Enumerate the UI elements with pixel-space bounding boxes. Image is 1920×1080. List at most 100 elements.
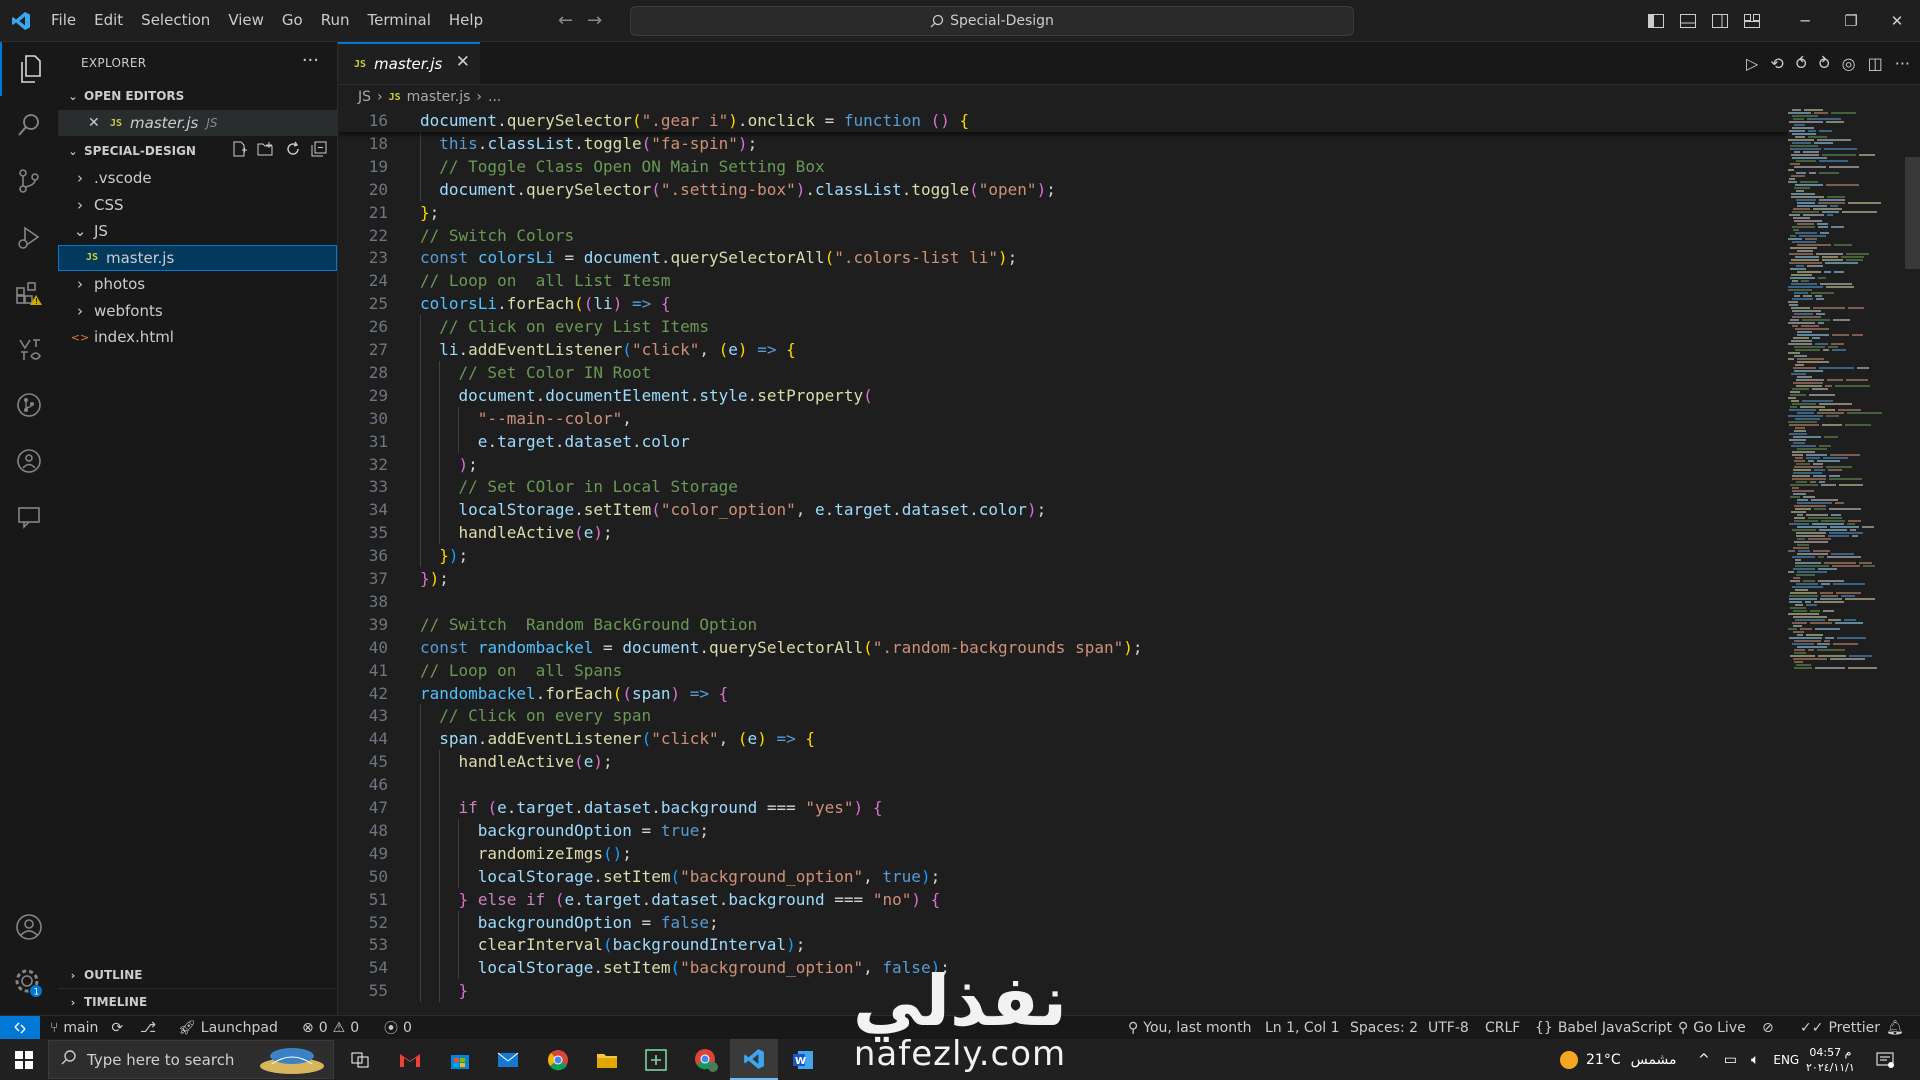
explorer-icon[interactable] xyxy=(0,42,60,96)
timeline-header[interactable]: › TIMELINE xyxy=(58,988,337,1015)
sticky-scroll-line[interactable]: 16 document.querySelector(".gear i").oncl… xyxy=(338,109,1788,132)
editor-scrollbar[interactable] xyxy=(1905,157,1920,269)
code-line[interactable]: 33 // Set COlor in Local Storage xyxy=(338,475,1788,499)
project-folder-header[interactable]: ⌄ SPECIAL-DESIGN xyxy=(58,138,337,164)
line-endings[interactable]: CRLF xyxy=(1485,1016,1520,1040)
encoding[interactable]: UTF-8 xyxy=(1428,1016,1469,1040)
customize-layout-icon[interactable] xyxy=(1736,13,1768,28)
gitlens-icon[interactable]: ◎ xyxy=(1842,54,1856,73)
code-line[interactable]: 23 const colorsLi = document.querySelecto… xyxy=(338,246,1788,269)
restore-icon[interactable]: ❐ xyxy=(1828,12,1874,30)
language-indicator[interactable]: ENG xyxy=(1773,1053,1799,1067)
gmail-icon[interactable] xyxy=(390,1039,430,1080)
vscode-taskbar-icon[interactable] xyxy=(730,1039,778,1080)
go-live-button[interactable]: ⚲ Go Live xyxy=(1678,1016,1746,1040)
extensions-icon[interactable]: ! xyxy=(0,266,58,320)
toggle-secondary-sidebar-icon[interactable] xyxy=(1704,13,1736,28)
menu-terminal[interactable]: Terminal xyxy=(359,0,440,41)
remote-explorer-icon[interactable] xyxy=(0,434,58,488)
copilot-status[interactable]: ⊘ xyxy=(1762,1016,1774,1040)
code-line[interactable]: 41 // Loop on all Spans xyxy=(338,659,1788,682)
menu-go[interactable]: Go xyxy=(273,0,312,41)
more-actions-icon[interactable]: ··· xyxy=(302,50,319,71)
git-blame-status[interactable]: ⚲ You, last month xyxy=(1128,1016,1251,1040)
close-icon[interactable]: ✕ xyxy=(88,115,110,131)
branch-indicator[interactable]: ⑂ main ⟳ xyxy=(50,1016,123,1040)
minimap[interactable] xyxy=(1788,109,1908,1015)
code-line[interactable]: 31 e.target.dataset.color xyxy=(338,429,1788,453)
chrome-profile-icon[interactable] xyxy=(686,1039,726,1080)
code-line[interactable]: 24 // Loop on all List Itesm xyxy=(338,269,1788,292)
close-tab-icon[interactable]: ✕ xyxy=(456,52,470,72)
more-actions-icon[interactable]: ··· xyxy=(1895,54,1910,73)
action-center-icon[interactable] xyxy=(1876,1039,1894,1080)
accounts-icon[interactable] xyxy=(0,900,58,954)
code-line[interactable]: 50 localStorage.setItem("background_opti… xyxy=(338,864,1788,888)
new-file-icon[interactable] xyxy=(231,141,247,161)
code-line[interactable]: 46 xyxy=(338,773,1788,797)
back-arrow-icon[interactable]: ← xyxy=(558,10,573,31)
tree-item-master-js[interactable]: JS master.js xyxy=(58,244,337,271)
command-center-search[interactable]: Special-Design xyxy=(630,6,1354,36)
code-line[interactable]: 20 document.querySelector(".setting-box"… xyxy=(338,177,1788,201)
minimize-icon[interactable]: ─ xyxy=(1782,12,1828,30)
code-line[interactable]: 42 randombackel.forEach((span) => { xyxy=(338,682,1788,705)
volume-icon[interactable]: 🔈︎ xyxy=(1751,1052,1759,1068)
forward-arrow-icon[interactable]: → xyxy=(587,10,602,31)
next-change-icon[interactable]: ⥁ xyxy=(1819,54,1830,73)
file-explorer-icon[interactable] xyxy=(587,1039,627,1080)
toggle-sidebar-icon[interactable] xyxy=(1640,13,1672,28)
code-line[interactable]: 45 handleActive(e); xyxy=(338,750,1788,774)
split-editor-icon[interactable]: ◫ xyxy=(1868,54,1883,73)
code-line[interactable]: 39 // Switch Random BackGround Option xyxy=(338,613,1788,636)
language-mode[interactable]: {} Babel JavaScript xyxy=(1535,1016,1672,1040)
source-control-icon[interactable] xyxy=(0,154,58,208)
launchpad-status[interactable]: 🚀︎ Launchpad xyxy=(178,1016,278,1040)
toggle-panel-icon[interactable] xyxy=(1672,13,1704,28)
tree-item-webfonts[interactable]: › webfonts xyxy=(58,298,337,324)
code-line[interactable]: 48 backgroundOption = true; xyxy=(338,818,1788,842)
refresh-icon[interactable] xyxy=(285,141,301,161)
open-editors-header[interactable]: ⌄ OPEN EDITORS xyxy=(58,83,337,109)
breadcrumb-file[interactable]: master.js xyxy=(407,89,471,105)
run-icon[interactable]: ▷ xyxy=(1746,54,1758,73)
code-editor[interactable]: 16 document.querySelector(".gear i").oncl… xyxy=(338,109,1788,1015)
code-line[interactable]: 34 localStorage.setItem("color_option", … xyxy=(338,498,1788,522)
microsoft-store-icon[interactable] xyxy=(440,1039,480,1080)
code-line[interactable]: 43 // Click on every span xyxy=(338,704,1788,728)
previous-change-icon[interactable]: ⥀ xyxy=(1796,54,1807,73)
code-line[interactable]: 32 ); xyxy=(338,452,1788,476)
network-icon[interactable]: ▭ xyxy=(1724,1052,1737,1068)
tree-item-index-html[interactable]: <> index.html xyxy=(58,324,337,350)
manage-gear-icon[interactable]: 1 xyxy=(0,956,58,1010)
menu-view[interactable]: View xyxy=(219,0,273,41)
breadcrumb-more[interactable]: ... xyxy=(488,89,501,105)
indentation[interactable]: Spaces: 2 xyxy=(1350,1016,1418,1040)
menu-selection[interactable]: Selection xyxy=(132,0,219,41)
menu-file[interactable]: File xyxy=(42,0,85,41)
code-line[interactable]: 25 colorsLi.forEach((li) => { xyxy=(338,292,1788,315)
menu-edit[interactable]: Edit xyxy=(85,0,132,41)
code-line[interactable]: 26 // Click on every List Items xyxy=(338,315,1788,339)
open-editor-item[interactable]: ✕ JS master.js JS xyxy=(58,110,337,136)
run-debug-icon[interactable] xyxy=(0,210,58,264)
task-view-icon[interactable] xyxy=(340,1039,380,1080)
tree-item-photos[interactable]: › photos xyxy=(58,271,337,297)
code-line[interactable]: 35 handleActive(e); xyxy=(338,521,1788,545)
code-line[interactable]: 37}); xyxy=(338,567,1788,590)
breadcrumb-folder[interactable]: JS xyxy=(358,89,371,105)
word-icon[interactable]: W xyxy=(783,1039,823,1080)
comments-icon[interactable] xyxy=(0,490,58,544)
remote-indicator[interactable] xyxy=(0,1016,40,1040)
clock[interactable]: 04:57 م ٢٠٢٤/١١/١ xyxy=(1806,1039,1855,1080)
code-line[interactable]: 44 span.addEventListener("click", (e) =>… xyxy=(338,727,1788,751)
testing-icon[interactable] xyxy=(0,322,58,376)
sync-icon[interactable]: ⟳ xyxy=(111,1020,123,1036)
code-line[interactable]: 51 } else if (e.target.dataset.backgroun… xyxy=(338,887,1788,911)
code-line[interactable]: 47 if (e.target.dataset.background === "… xyxy=(338,796,1788,819)
taskbar-search-input[interactable]: Type here to search xyxy=(48,1040,334,1079)
notifications-bell-icon[interactable]: 🔔︎ xyxy=(1886,1016,1904,1040)
cursor-position[interactable]: Ln 1, Col 1 xyxy=(1265,1016,1340,1040)
code-line[interactable]: 30 "--main--color", xyxy=(338,406,1788,430)
code-line[interactable]: 52 backgroundOption = false; xyxy=(338,910,1788,934)
